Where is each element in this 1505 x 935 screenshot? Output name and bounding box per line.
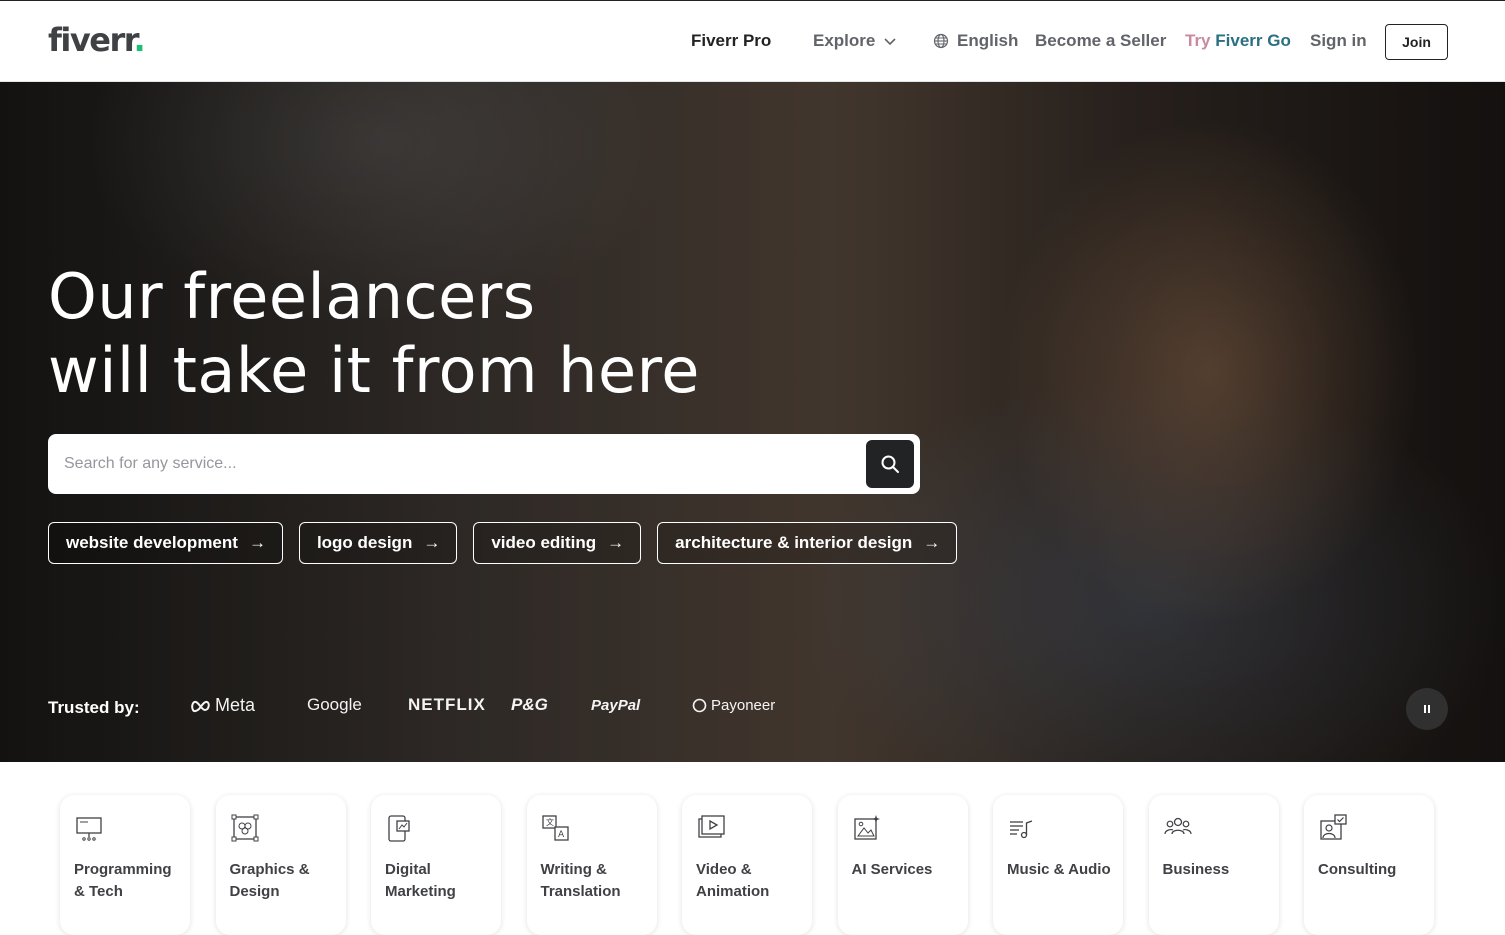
pg-logo: P&G	[511, 695, 548, 714]
pill-website-development[interactable]: website development →	[48, 522, 283, 564]
people-group-icon	[1163, 817, 1192, 835]
nav-become-seller[interactable]: Become a Seller	[1035, 31, 1166, 51]
video-play-icon	[698, 815, 725, 838]
nav-explore[interactable]: Explore	[813, 31, 897, 51]
design-frame-icon	[231, 814, 258, 842]
nav-fiverr-pro[interactable]: Fiverr Pro	[691, 31, 771, 51]
paypal-logo: PayPal	[591, 697, 641, 714]
pill-logo-design[interactable]: logo design →	[298, 522, 458, 564]
top-header: fiverr. Fiverr Pro Explore English Becom…	[0, 0, 1505, 82]
phone-chart-icon	[388, 815, 410, 842]
category-graphics-design[interactable]: Graphics & Design	[215, 795, 346, 935]
trusted-by-label: Trusted by:	[48, 698, 140, 717]
chevron-down-icon	[884, 38, 896, 46]
netflix-logo: NETFLIX	[408, 695, 486, 714]
translate-icon: A文	[541, 815, 569, 841]
category-cards: Programming & Tech Graphics & Design Dig…	[60, 795, 1434, 935]
arrow-right-icon: →	[248, 533, 266, 552]
search-input[interactable]	[64, 434, 854, 494]
payoneer-logo: Payoneer	[692, 697, 775, 714]
search-bar	[48, 434, 920, 494]
svg-text:A: A	[558, 830, 565, 840]
popular-searches: website development → logo design → video …	[48, 522, 958, 564]
pill-architecture-interior-design[interactable]: architecture & interior design →	[657, 522, 958, 564]
join-button[interactable]: Join	[1385, 24, 1448, 60]
nav-language[interactable]: English	[933, 31, 1018, 51]
google-logo: Google	[307, 695, 362, 714]
arrow-right-icon: →	[423, 533, 441, 552]
category-video-animation[interactable]: Video & Animation	[682, 795, 812, 935]
nav-fiverr-go-label: Fiverr Go	[1215, 31, 1291, 50]
ai-image-icon	[853, 815, 880, 840]
meta-infinity-icon	[191, 700, 210, 712]
nav-explore-label: Explore	[813, 31, 876, 50]
arrow-right-icon: →	[607, 533, 625, 552]
nav-sign-in[interactable]: Sign in	[1310, 31, 1367, 51]
meta-logo: Meta	[190, 695, 255, 716]
nav-language-label: English	[957, 31, 1019, 50]
category-music-audio[interactable]: Music & Audio	[993, 795, 1123, 935]
search-button[interactable]	[866, 440, 914, 488]
nav-try-label: Try	[1185, 31, 1211, 50]
search-icon	[881, 455, 899, 473]
category-writing-translation[interactable]: A文 Writing & Translation	[526, 795, 657, 935]
category-ai-services[interactable]: AI Services	[837, 795, 968, 935]
pause-video-button[interactable]	[1406, 688, 1448, 730]
category-business[interactable]: Business	[1148, 795, 1279, 935]
nav-try-fiverr-go[interactable]: Try Fiverr Go	[1185, 31, 1291, 51]
music-note-icon	[1010, 820, 1033, 839]
arrow-right-icon: →	[923, 533, 941, 552]
hero-section: Our freelancers will take it from here w…	[0, 82, 1505, 762]
consulting-icon	[1320, 814, 1347, 840]
category-consulting[interactable]: Consulting	[1304, 795, 1434, 935]
globe-icon	[933, 33, 949, 49]
category-digital-marketing[interactable]: Digital Marketing	[371, 795, 501, 935]
pause-icon	[1424, 705, 1430, 713]
fiverr-logo[interactable]: fiverr.	[48, 21, 146, 59]
pill-video-editing[interactable]: video editing →	[473, 522, 642, 564]
svg-text:文: 文	[546, 817, 554, 827]
hero-title: Our freelancers will take it from here	[48, 260, 700, 407]
monitor-code-icon	[76, 817, 102, 841]
hero-background-video	[0, 82, 1505, 762]
payoneer-ring-icon	[692, 698, 707, 713]
category-programming-tech[interactable]: Programming & Tech	[60, 795, 190, 935]
